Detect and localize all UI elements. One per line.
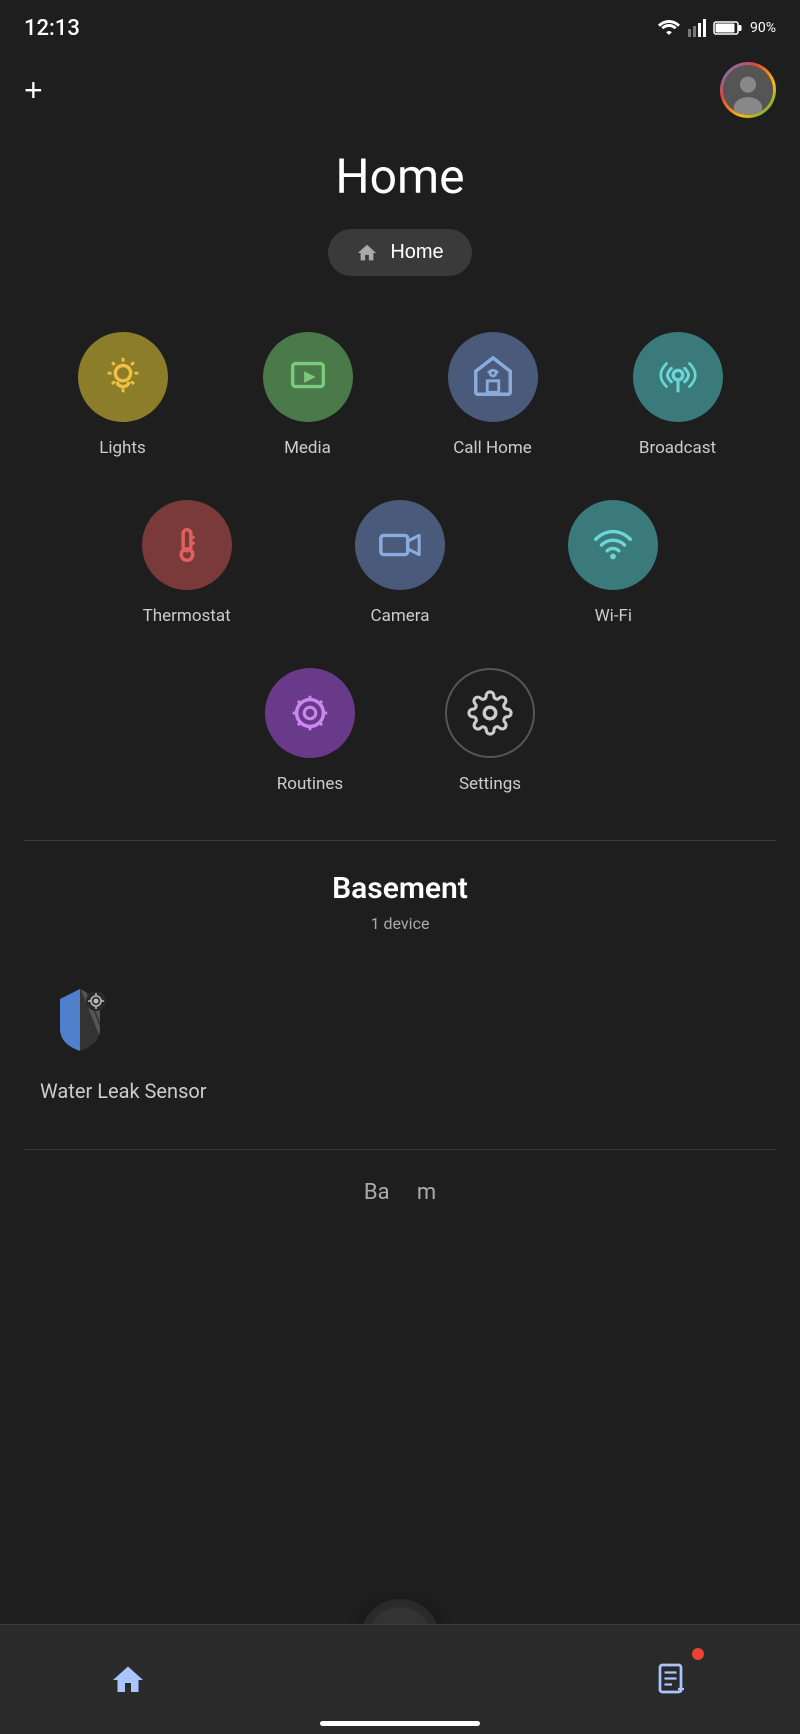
broadcast-icon-item[interactable]: Broadcast bbox=[585, 316, 770, 474]
divider-2 bbox=[24, 1149, 776, 1150]
signal-icon bbox=[688, 19, 706, 37]
nav-home-icon bbox=[110, 1662, 146, 1698]
row2-icons: Thermostat Camera Wi-Fi bbox=[0, 484, 800, 642]
routines-icon bbox=[287, 690, 333, 736]
lights-circle bbox=[78, 332, 168, 422]
battery-icon bbox=[714, 20, 742, 36]
call-home-label: Call Home bbox=[453, 438, 532, 458]
wifi-status-icon bbox=[658, 19, 680, 37]
home-chip-icon bbox=[356, 242, 378, 264]
media-icon bbox=[285, 354, 331, 400]
thermostat-icon-item[interactable]: Thermostat bbox=[80, 484, 293, 642]
device-icon-wrapper bbox=[40, 979, 120, 1059]
divider-1 bbox=[24, 840, 776, 841]
routines-icon-item[interactable]: Routines bbox=[220, 652, 400, 810]
thermostat-icon bbox=[164, 522, 210, 568]
status-bar: 12:13 90% bbox=[0, 0, 800, 52]
lights-icon-item[interactable]: Lights bbox=[30, 316, 215, 474]
lights-label: Lights bbox=[99, 438, 146, 458]
water-leak-sensor-card[interactable]: Water Leak Sensor bbox=[0, 963, 800, 1119]
add-button[interactable]: + bbox=[24, 74, 43, 106]
media-circle bbox=[263, 332, 353, 422]
status-time: 12:13 bbox=[24, 16, 80, 41]
avatar[interactable] bbox=[720, 62, 776, 118]
home-indicator bbox=[320, 1721, 480, 1726]
next-section-hint: Ba m bbox=[0, 1180, 800, 1205]
camera-label: Camera bbox=[371, 606, 430, 626]
thermostat-circle bbox=[142, 500, 232, 590]
basement-title: Basement bbox=[0, 871, 800, 906]
page-title: Home bbox=[0, 148, 800, 205]
camera-circle bbox=[355, 500, 445, 590]
wifi-circle bbox=[568, 500, 658, 590]
settings-icon bbox=[467, 690, 513, 736]
wifi-icon bbox=[590, 522, 636, 568]
home-chip-label: Home bbox=[390, 241, 443, 264]
top-bar: + bbox=[0, 52, 800, 128]
call-home-circle bbox=[448, 332, 538, 422]
routines-circle bbox=[265, 668, 355, 758]
thermostat-label: Thermostat bbox=[143, 606, 231, 626]
basement-subtitle: 1 device bbox=[0, 914, 800, 933]
settings-circle bbox=[445, 668, 535, 758]
call-home-icon-item[interactable]: Call Home bbox=[400, 316, 585, 474]
nav-notes-icon bbox=[654, 1662, 690, 1698]
row1-icons: Lights Media Call Home bbox=[0, 316, 800, 474]
nav-notes-button[interactable] bbox=[644, 1652, 700, 1708]
camera-icon-item[interactable]: Camera bbox=[293, 484, 506, 642]
call-home-icon bbox=[470, 354, 516, 400]
row3-icons: Routines Settings bbox=[0, 652, 800, 810]
settings-label: Settings bbox=[459, 774, 521, 794]
media-label: Media bbox=[284, 438, 331, 458]
wifi-icon-item[interactable]: Wi-Fi bbox=[507, 484, 720, 642]
notification-badge-dot bbox=[692, 1648, 704, 1660]
settings-icon-item[interactable]: Settings bbox=[400, 652, 580, 810]
battery-percentage: 90% bbox=[750, 20, 776, 36]
nav-home-button[interactable] bbox=[100, 1652, 156, 1708]
media-icon-item[interactable]: Media bbox=[215, 316, 400, 474]
routines-label: Routines bbox=[277, 774, 343, 794]
home-chip-container: Home bbox=[0, 229, 800, 276]
status-icons: 90% bbox=[658, 19, 776, 37]
lights-icon bbox=[100, 354, 146, 400]
home-chip[interactable]: Home bbox=[328, 229, 471, 276]
broadcast-label: Broadcast bbox=[639, 438, 716, 458]
broadcast-circle bbox=[633, 332, 723, 422]
wifi-label: Wi-Fi bbox=[595, 606, 632, 626]
camera-icon bbox=[377, 522, 423, 568]
device-name: Water Leak Sensor bbox=[40, 1079, 760, 1103]
broadcast-icon bbox=[655, 354, 701, 400]
water-leak-sensor-icon bbox=[40, 979, 120, 1059]
bottom-nav bbox=[0, 1624, 800, 1734]
